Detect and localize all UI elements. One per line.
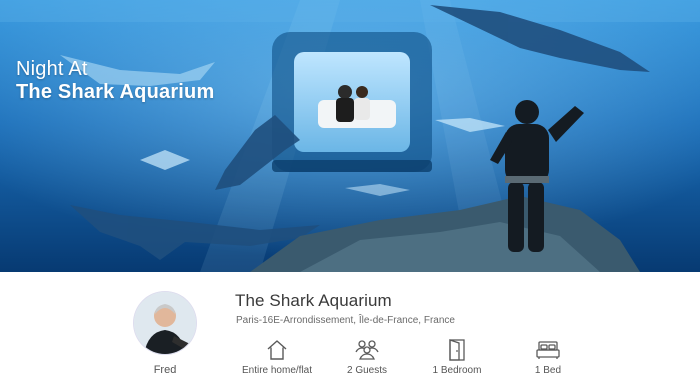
- amenity-label: Entire home/flat: [241, 365, 313, 376]
- house-icon: [267, 340, 287, 360]
- bed-icon: [536, 341, 560, 359]
- guests-icon: [355, 340, 379, 360]
- amenity-label: 1 Bed: [534, 365, 562, 376]
- amenity-label: 1 Bedroom: [432, 365, 482, 376]
- amenity-bedrooms: 1 Bedroom: [426, 338, 488, 376]
- listing-location: Paris-16E-Arrondissement, Île-de-France,…: [236, 315, 455, 326]
- amenity-property-type: Entire home/flat: [236, 338, 318, 376]
- amenity-guests: 2 Guests: [336, 338, 398, 376]
- host-name[interactable]: Fred: [134, 364, 196, 376]
- hero-image: Night At The Shark Aquarium: [0, 0, 700, 272]
- hero-title: Night At The Shark Aquarium: [16, 58, 214, 104]
- hero-title-line2: The Shark Aquarium: [16, 81, 215, 103]
- listing-title: The Shark Aquarium: [235, 291, 392, 310]
- underwater-room: [272, 32, 432, 172]
- door-icon: [449, 339, 465, 361]
- host-avatar-image: [134, 292, 196, 354]
- amenity-beds: 1 Bed: [518, 338, 578, 376]
- aquarium-scene: [0, 0, 700, 272]
- hero-title-line1: Night At: [16, 58, 88, 80]
- host-avatar[interactable]: [134, 292, 196, 354]
- amenity-label: 2 Guests: [346, 365, 388, 376]
